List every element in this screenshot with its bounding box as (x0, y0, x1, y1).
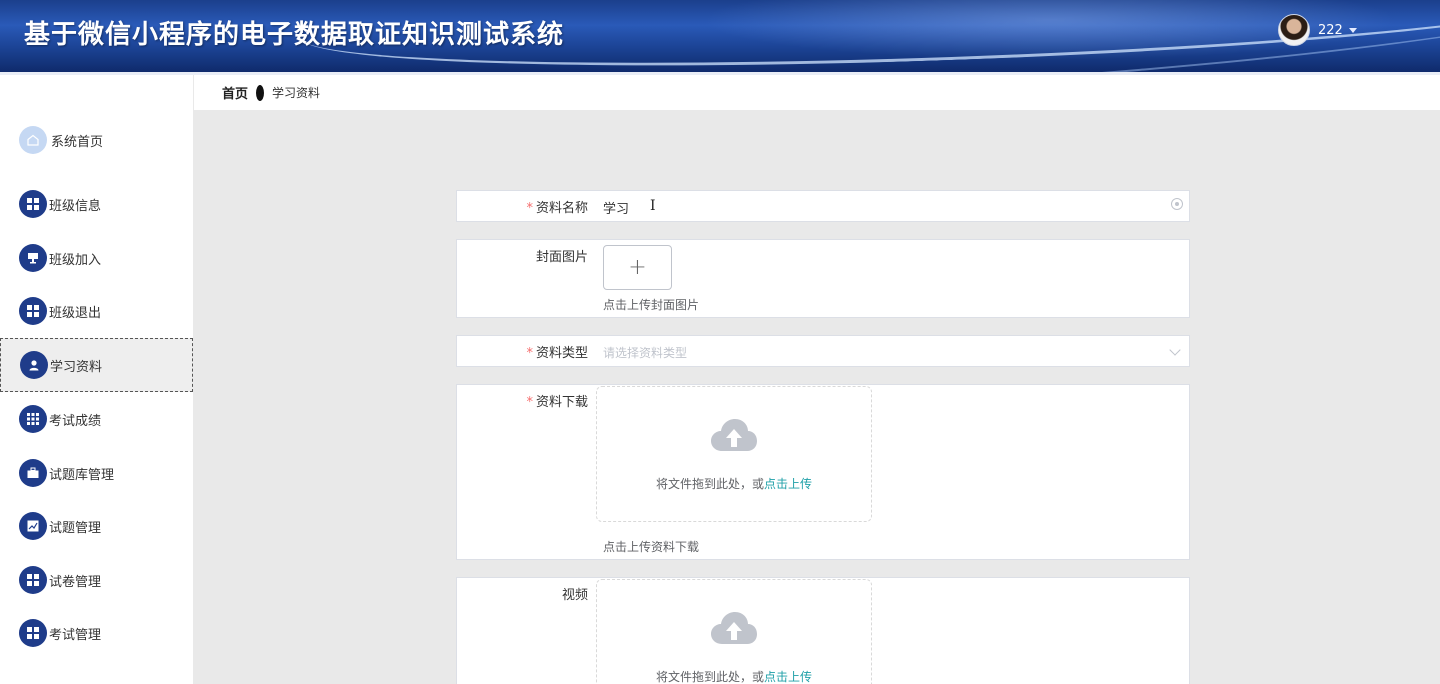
sidebar-item-papers[interactable]: 试卷管理 (0, 553, 193, 607)
app-header: 基于微信小程序的电子数据取证知识测试系统 222 (0, 0, 1440, 72)
name-label-text: 资料名称 (535, 201, 588, 216)
sidebar-item-class-exit[interactable]: 班级退出 (0, 284, 193, 338)
breadcrumb-current: 学习资料 (272, 86, 321, 100)
sidebar-item-class-join[interactable]: 班级加入 (0, 231, 193, 285)
form-row-name: * 资料名称 学习 (456, 190, 1190, 222)
download-upload-dropzone[interactable]: 将文件拖到此处，或点击上传 (596, 386, 872, 522)
user-menu[interactable]: 222 (1278, 14, 1357, 46)
download-hint: 点击上传资料下载 (603, 540, 700, 554)
grid-icon (19, 566, 47, 594)
breadcrumb-home[interactable]: 首页 (222, 83, 248, 102)
grid-icon (19, 619, 47, 647)
home-icon (19, 126, 47, 154)
dropzone-text: 将文件拖到此处，或点击上传 (597, 668, 871, 684)
sidebar-item-exam-scores[interactable]: 考试成绩 (0, 392, 193, 446)
sidebar-item-exams[interactable]: 考试管理 (0, 606, 193, 660)
type-select[interactable]: 请选择资料类型 (603, 344, 687, 361)
sidebar-item-label: 系统首页 (51, 134, 104, 150)
upload-link[interactable]: 点击上传 (764, 670, 812, 684)
required-mark: * (526, 201, 533, 216)
required-mark: * (526, 395, 533, 410)
table-icon (19, 405, 47, 433)
sidebar-item-study-materials[interactable]: 学习资料 (0, 338, 193, 392)
dropzone-text-main: 将文件拖到此处，或 (655, 670, 764, 684)
user-icon (20, 351, 48, 379)
text-cursor-icon: I (650, 198, 656, 214)
avatar[interactable] (1278, 14, 1310, 46)
cover-hint: 点击上传封面图片 (603, 298, 700, 312)
required-mark: * (526, 346, 533, 361)
cover-upload-button[interactable]: + (603, 245, 672, 290)
chevron-down-icon[interactable] (1169, 344, 1181, 356)
breadcrumb: 首页 学习资料 (194, 75, 1440, 110)
dropzone-text-main: 将文件拖到此处，或 (655, 477, 764, 491)
sidebar-item-label: 试卷管理 (49, 574, 102, 590)
grid-icon (19, 297, 47, 325)
upload-link[interactable]: 点击上传 (764, 477, 812, 491)
type-label: * 资料类型 (457, 342, 588, 361)
cloud-upload-icon (711, 612, 757, 644)
dropzone-text: 将文件拖到此处，或点击上传 (597, 475, 871, 492)
breadcrumb-separator-icon (256, 84, 265, 101)
clear-icon[interactable] (1171, 198, 1183, 210)
plus-icon: + (628, 254, 647, 280)
form-row-download: * 资料下载 将文件拖到此处，或点击上传 点击上传资料下载 (456, 384, 1190, 560)
sidebar-item-label: 班级退出 (49, 305, 102, 321)
name-input[interactable]: 学习 (603, 198, 629, 217)
sidebar-item-label: 班级加入 (49, 252, 102, 268)
sidebar-item-label: 考试管理 (49, 627, 102, 643)
form-row-type: * 资料类型 请选择资料类型 (456, 335, 1190, 367)
sidebar-item-label: 考试成绩 (49, 413, 102, 429)
grid-icon (19, 190, 47, 218)
sidebar-item-questions[interactable]: 试题管理 (0, 499, 193, 553)
chart-icon (19, 512, 47, 540)
download-label: * 资料下载 (457, 391, 588, 410)
cloud-upload-icon (711, 419, 757, 451)
sidebar-item-class-info[interactable]: 班级信息 (0, 177, 193, 231)
monitor-icon (19, 244, 47, 272)
sidebar-item-label: 试题库管理 (49, 467, 115, 483)
form-row-video: 视频 将文件拖到此处，或点击上传 (456, 577, 1190, 684)
type-label-text: 资料类型 (535, 346, 588, 361)
sidebar-item-label: 班级信息 (49, 198, 102, 214)
sidebar-item-label: 试题管理 (49, 520, 102, 536)
video-upload-dropzone[interactable]: 将文件拖到此处，或点击上传 (596, 579, 872, 684)
caret-down-icon[interactable] (1348, 27, 1357, 33)
cover-label: 封面图片 (535, 250, 588, 265)
sidebar-item-label: 学习资料 (50, 359, 103, 375)
form-row-cover: 封面图片 + 点击上传封面图片 (456, 239, 1190, 318)
briefcase-icon (19, 459, 47, 487)
sidebar-item-home[interactable]: 系统首页 (0, 113, 193, 167)
video-label: 视频 (561, 588, 588, 603)
app-title: 基于微信小程序的电子数据取证知识测试系统 (24, 20, 565, 50)
sidebar: 系统首页 班级信息 班级加入 班级退出 学习资料 考试成绩 试题库管理 试题管理… (0, 75, 193, 684)
name-label: * 资料名称 (457, 197, 588, 216)
download-label-text: 资料下载 (535, 395, 588, 410)
username[interactable]: 222 (1318, 23, 1343, 38)
sidebar-item-question-bank[interactable]: 试题库管理 (0, 446, 193, 500)
